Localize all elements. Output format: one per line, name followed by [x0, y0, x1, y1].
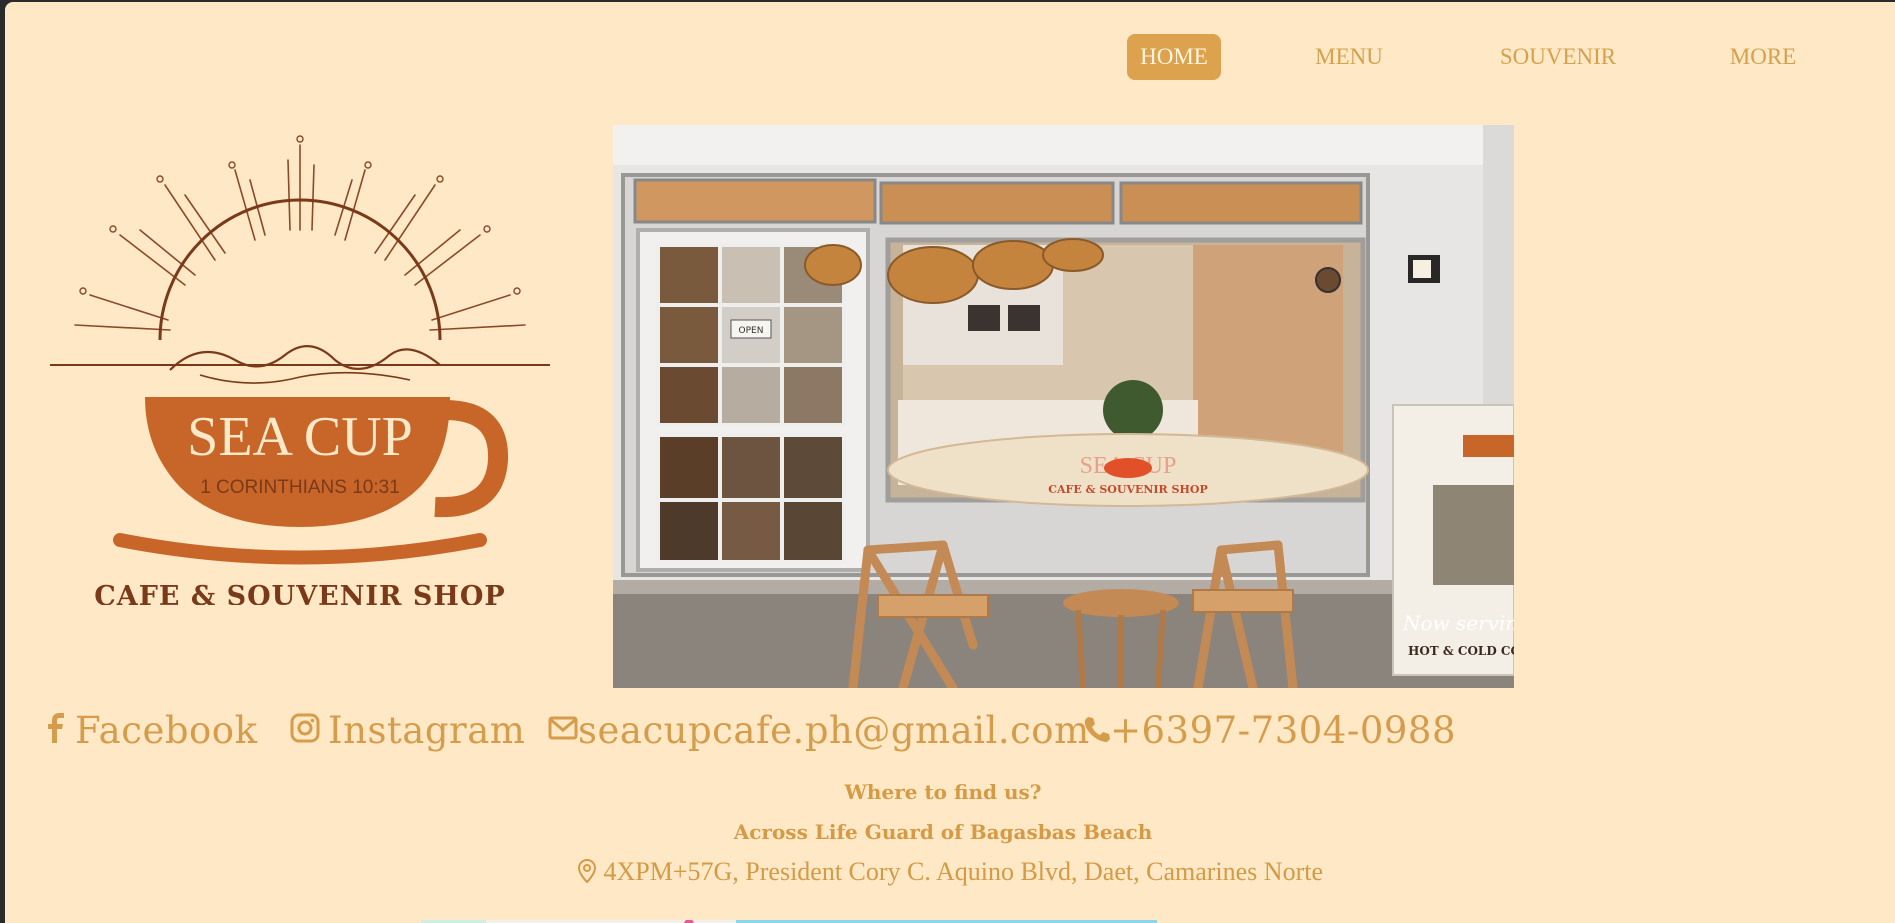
address-text: 4XPM+57G, President Cory C. Aquino Blvd,… — [603, 857, 1324, 886]
logo-verse: 1 CORINTHIANS 10:31 — [200, 477, 400, 498]
location-landmark: Across Life Guard of Bagasbas Beach — [733, 820, 1153, 844]
phone-icon — [1082, 709, 1110, 752]
banner-sub: HOT & COLD CO — [1408, 644, 1514, 658]
facebook-icon — [45, 709, 75, 752]
logo-title: SEA CUP — [187, 406, 413, 468]
storefront-photo: OPEN SEA CUP CAFE & SOUVENIR SHOP Now se… — [613, 125, 1514, 688]
surfboard-sub: CAFE & SOUVENIR SHOP — [1048, 483, 1207, 496]
email-label: seacupcafe.ph@gmail.com — [578, 709, 1090, 752]
phone-label: +6397-7304-0988 — [1110, 709, 1456, 752]
map-pin-icon — [577, 857, 604, 886]
facebook-link[interactable]: Facebook — [45, 709, 258, 752]
nav-souvenir[interactable]: SOUVENIR — [1493, 34, 1623, 80]
nav-menu[interactable]: MENU — [1309, 34, 1389, 80]
email-link[interactable]: seacupcafe.ph@gmail.com — [548, 709, 1090, 752]
instagram-link[interactable]: Instagram — [290, 709, 525, 752]
mail-icon — [548, 709, 578, 752]
address: 4XPM+57G, President Cory C. Aquino Blvd,… — [5, 857, 1895, 887]
phone-link[interactable]: +6397-7304-0988 — [1082, 709, 1456, 752]
sea-cup-logo: SEA CUP 1 CORINTHIANS 10:31 CAFE & SOUVE… — [50, 135, 550, 612]
next-section-image-edge — [421, 916, 1157, 923]
nav-home[interactable]: HOME — [1127, 34, 1221, 80]
logo-tagline: CAFE & SOUVENIR SHOP — [94, 581, 505, 605]
facebook-label: Facebook — [75, 709, 258, 752]
banner-text: Now serving — [1402, 611, 1514, 635]
instagram-label: Instagram — [328, 709, 526, 752]
location-heading: Where to find us? — [844, 780, 1042, 804]
nav-more[interactable]: MORE — [1723, 34, 1803, 80]
instagram-icon — [290, 709, 328, 752]
open-sign: OPEN — [739, 326, 764, 336]
page: HOME MENU SOUVENIR MORE SEA CUP 1 CORINT… — [5, 2, 1895, 923]
